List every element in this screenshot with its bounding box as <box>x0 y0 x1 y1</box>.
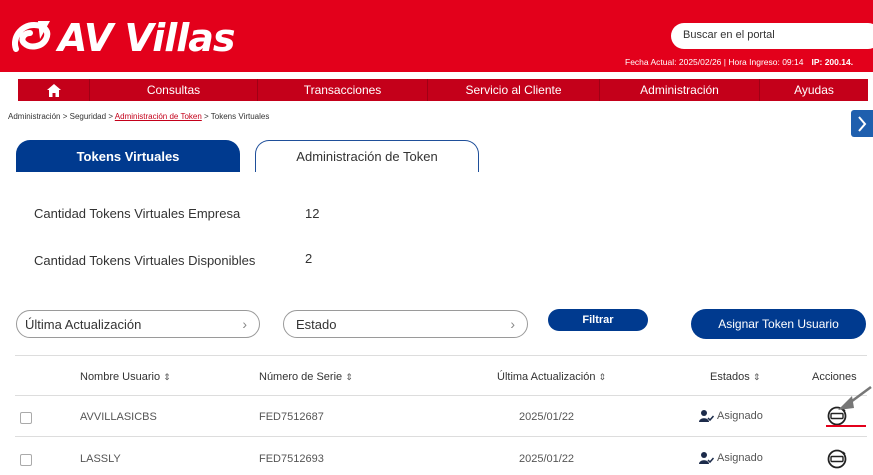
brand-logo[interactable]: AV Villas <box>12 16 236 60</box>
menu-item-transacciones[interactable]: Transacciones <box>258 79 428 101</box>
cell-serial: FED7512687 <box>259 411 324 423</box>
sort-icon: ⇕ <box>163 372 171 382</box>
stat-disponibles-label: Cantidad Tokens Virtuales Disponibles <box>34 253 256 268</box>
pointer-arrow-icon <box>838 386 872 410</box>
user-check-icon <box>699 410 714 422</box>
stat-empresa-label: Cantidad Tokens Virtuales Empresa <box>34 206 241 221</box>
column-header-label: Número de Serie <box>259 371 343 383</box>
table-divider <box>15 436 867 437</box>
stat-empresa-value: 12 <box>305 206 320 221</box>
cell-user: AVVILLASICBS <box>80 411 157 423</box>
header-bar: AV Villas Buscar en el portal Fecha Actu… <box>0 0 873 72</box>
av-villas-logo-icon <box>12 21 51 52</box>
column-header-label: Última Actualización <box>497 371 596 383</box>
assign-token-button[interactable]: Asignar Token Usuario <box>691 309 866 339</box>
breadcrumb: Administración > Seguridad > Administrac… <box>8 112 269 121</box>
last-update-select[interactable]: Última Actualización › <box>16 310 260 338</box>
main-menu: Consultas Transacciones Servicio al Clie… <box>18 79 868 101</box>
menu-item-ayudas[interactable]: Ayudas <box>760 79 868 101</box>
token-device-icon <box>827 449 847 469</box>
column-header-label: Estados <box>710 371 750 383</box>
filter-button[interactable]: Filtrar <box>548 309 648 331</box>
tab-tokens-virtuales[interactable]: Tokens Virtuales <box>16 140 240 172</box>
date-text: Fecha Actual: 2025/02/26 | Hora Ingreso:… <box>625 57 804 67</box>
stat-disponibles-value: 2 <box>305 251 313 266</box>
menu-item-consultas[interactable]: Consultas <box>90 79 258 101</box>
row-checkbox[interactable] <box>20 412 32 424</box>
column-header-user[interactable]: Nombre Usuario ⇕ <box>80 371 171 383</box>
status-badge: Asignado <box>699 452 763 464</box>
home-icon <box>46 83 61 97</box>
user-check-icon <box>699 452 714 464</box>
column-header-actions: Acciones <box>812 371 857 383</box>
chevron-right-icon: › <box>510 316 515 332</box>
column-header-updated[interactable]: Última Actualización ⇕ <box>497 371 606 383</box>
cell-user: LASSLY <box>80 453 121 465</box>
chevron-right-icon: › <box>242 316 247 332</box>
chevron-right-icon <box>858 115 867 132</box>
cell-updated: 2025/01/22 <box>519 411 575 423</box>
column-header-label: Nombre Usuario <box>80 371 161 383</box>
table-divider <box>15 395 867 396</box>
column-header-serial[interactable]: Número de Serie ⇕ <box>259 371 353 383</box>
breadcrumb-separator: > <box>62 112 68 121</box>
sort-icon: ⇕ <box>598 372 607 382</box>
token-action-button[interactable] <box>826 448 848 475</box>
ip-text: IP: 200.14. <box>811 57 854 67</box>
estado-select-value: Estado <box>296 317 337 332</box>
table-top-divider <box>15 355 867 356</box>
sort-icon: ⇕ <box>345 372 353 382</box>
status-label: Asignado <box>717 452 763 464</box>
breadcrumb-current: Tokens Virtuales <box>210 112 270 121</box>
column-header-status[interactable]: Estados ⇕ <box>710 371 760 383</box>
tab-administracion-token[interactable]: Administración de Token <box>255 140 479 172</box>
brand-name: AV Villas <box>58 16 236 60</box>
search-placeholder: Buscar en el portal <box>683 29 775 41</box>
status-badge: Asignado <box>699 410 763 422</box>
breadcrumb-item[interactable]: Administración <box>8 112 60 121</box>
side-panel-toggle[interactable] <box>851 110 873 137</box>
breadcrumb-separator: > <box>204 112 209 121</box>
last-update-select-value: Última Actualización <box>25 317 142 332</box>
menu-item-servicio-cliente[interactable]: Servicio al Cliente <box>428 79 600 101</box>
breadcrumb-separator: > <box>108 112 113 121</box>
menu-item-home[interactable] <box>18 79 90 101</box>
breadcrumb-link-admin-token[interactable]: Administración de Token <box>115 112 202 121</box>
estado-select[interactable]: Estado › <box>283 310 528 338</box>
row-checkbox[interactable] <box>20 454 32 466</box>
session-info: Fecha Actual: 2025/02/26 | Hora Ingreso:… <box>625 57 853 67</box>
table-row: AVVILLASICBS FED7512687 2025/01/22 Asign… <box>0 397 873 433</box>
search-input[interactable]: Buscar en el portal <box>671 23 873 49</box>
menu-item-administracion[interactable]: Administración <box>600 79 760 101</box>
action-highlight-underline <box>826 425 866 427</box>
table-row: LASSLY FED7512693 2025/01/22 Asignado <box>0 440 873 475</box>
breadcrumb-item[interactable]: Seguridad <box>70 112 106 121</box>
status-label: Asignado <box>717 410 763 422</box>
cell-serial: FED7512693 <box>259 453 324 465</box>
sort-icon: ⇕ <box>752 372 761 382</box>
cell-updated: 2025/01/22 <box>519 453 575 465</box>
